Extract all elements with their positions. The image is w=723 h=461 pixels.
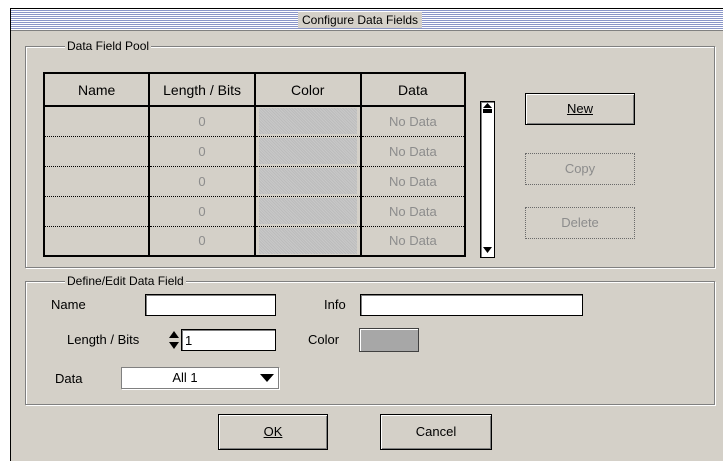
color-swatch — [258, 138, 357, 164]
data-field-pool-legend: Data Field Pool — [65, 38, 152, 54]
length-spinner-icon[interactable] — [168, 329, 180, 351]
ok-button-label: OK — [263, 424, 283, 439]
name-field[interactable] — [145, 294, 276, 316]
cell-name[interactable] — [42, 196, 151, 227]
copy-button-label: Copy — [564, 161, 596, 176]
delete-button-label: Delete — [561, 215, 599, 230]
cell-color[interactable] — [253, 226, 362, 257]
copy-button[interactable]: Copy — [525, 153, 635, 185]
configure-data-fields-dialog: Configure Data Fields Data Field Pool Na… — [10, 8, 723, 461]
color-swatch — [258, 168, 357, 194]
cell-length[interactable]: 0 — [148, 166, 256, 197]
color-swatch — [258, 198, 357, 224]
column-header-name[interactable]: Name — [42, 72, 151, 107]
cell-color[interactable] — [253, 136, 362, 167]
cell-name[interactable] — [42, 226, 151, 257]
data-dropdown[interactable]: All 1 — [121, 367, 279, 389]
info-field[interactable] — [360, 294, 583, 316]
table-header-row: Name Length / Bits Color Data — [42, 72, 467, 107]
name-label: Name — [51, 297, 86, 312]
data-field-table: Name Length / Bits Color Data 0 No Data … — [42, 72, 467, 257]
chevron-down-icon[interactable] — [260, 372, 274, 384]
table-row[interactable]: 0 No Data — [42, 106, 467, 137]
cell-length[interactable]: 0 — [148, 106, 256, 137]
color-picker[interactable] — [359, 328, 419, 352]
scroll-up-arrow-icon[interactable] — [482, 102, 493, 114]
color-swatch — [258, 108, 357, 135]
cell-data[interactable]: No Data — [359, 166, 467, 197]
info-label: Info — [324, 297, 346, 312]
table-row[interactable]: 0 No Data — [42, 136, 467, 167]
length-bits-field[interactable] — [181, 329, 276, 351]
cell-name[interactable] — [42, 136, 151, 167]
column-header-length[interactable]: Length / Bits — [148, 72, 256, 107]
cell-color[interactable] — [253, 196, 362, 227]
scroll-down-arrow-icon[interactable] — [482, 245, 493, 255]
cell-data[interactable]: No Data — [359, 106, 467, 137]
color-swatch — [258, 227, 357, 254]
length-bits-label: Length / Bits — [67, 332, 140, 347]
cell-name[interactable] — [42, 106, 151, 137]
table-row[interactable]: 0 No Data — [42, 166, 467, 197]
window-title: Configure Data Fields — [298, 12, 423, 28]
cell-color[interactable] — [253, 106, 362, 137]
define-edit-legend: Define/Edit Data Field — [65, 273, 186, 289]
table-scrollbar[interactable] — [480, 101, 495, 258]
cell-data[interactable]: No Data — [359, 226, 467, 257]
data-label: Data — [55, 371, 83, 386]
color-label: Color — [308, 332, 340, 347]
new-button-label: New — [566, 101, 593, 116]
column-header-data[interactable]: Data — [359, 72, 467, 107]
cell-data[interactable]: No Data — [359, 196, 467, 227]
cancel-button[interactable]: Cancel — [380, 414, 492, 450]
title-bar[interactable]: Configure Data Fields — [11, 9, 723, 31]
table-row[interactable]: 0 No Data — [42, 196, 467, 227]
new-button[interactable]: New — [525, 93, 635, 125]
cell-name[interactable] — [42, 166, 151, 197]
cell-data[interactable]: No Data — [359, 136, 467, 167]
column-header-color[interactable]: Color — [253, 72, 362, 107]
cell-length[interactable]: 0 — [148, 226, 256, 257]
cell-color[interactable] — [253, 166, 362, 197]
cell-length[interactable]: 0 — [148, 136, 256, 167]
delete-button[interactable]: Delete — [525, 207, 635, 239]
table-row[interactable]: 0 No Data — [42, 226, 467, 257]
cancel-button-label: Cancel — [415, 424, 457, 439]
cell-length[interactable]: 0 — [148, 196, 256, 227]
ok-button[interactable]: OK — [218, 414, 328, 450]
data-dropdown-value: All 1 — [172, 370, 198, 385]
